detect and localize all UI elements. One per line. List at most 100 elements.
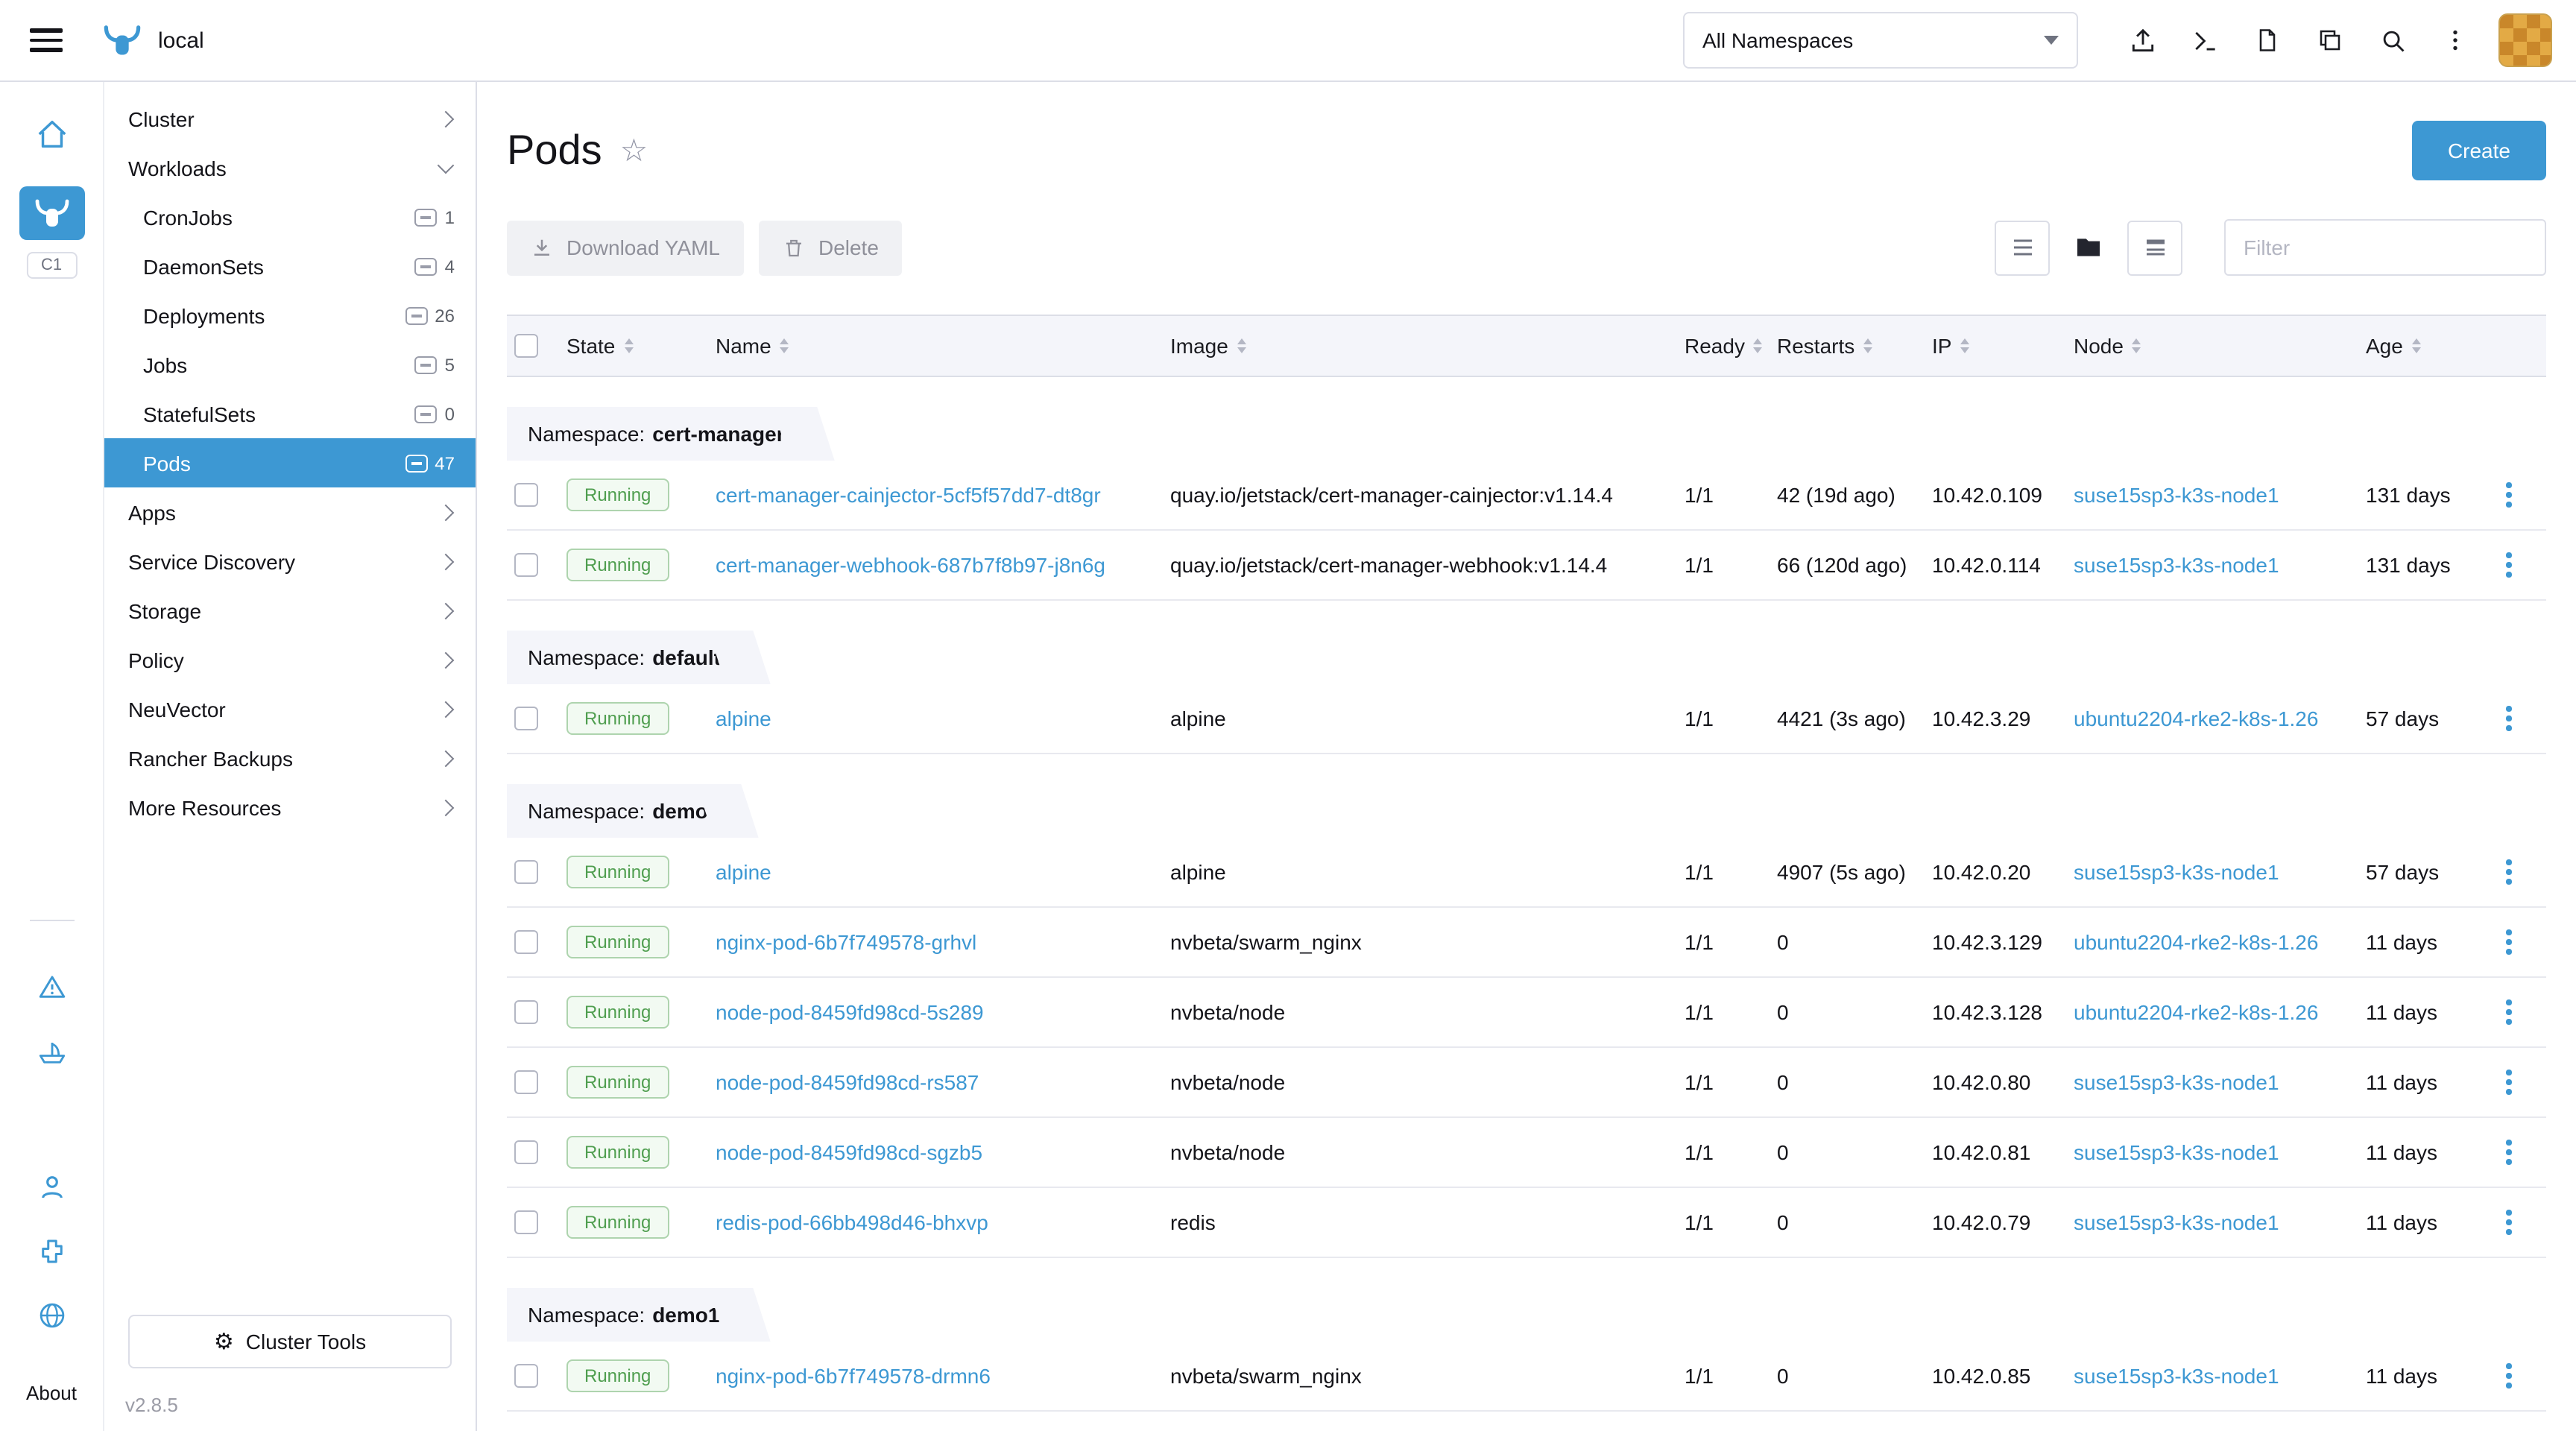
column-header-ip[interactable]: IP [1932, 334, 2074, 358]
sidebar-item[interactable]: Jobs 5 [104, 340, 476, 389]
sidebar-group-workloads[interactable]: Workloads [104, 143, 476, 192]
node-link[interactable]: suse15sp3-k3s-node1 [2074, 1140, 2279, 1164]
row-checkbox[interactable] [514, 707, 538, 730]
fleet-button[interactable] [36, 1037, 67, 1069]
row-checkbox[interactable] [514, 553, 538, 577]
status-badge: Running [566, 926, 669, 958]
node-link[interactable]: suse15sp3-k3s-node1 [2074, 1070, 2279, 1094]
sidebar-item[interactable]: CronJobs 1 [104, 192, 476, 241]
sidebar-group-cluster[interactable]: Cluster [104, 94, 476, 143]
row-actions-kebab-button[interactable] [2487, 696, 2531, 741]
row-checkbox[interactable] [514, 930, 538, 954]
node-link[interactable]: ubuntu2204-rke2-k8s-1.26 [2074, 1000, 2318, 1024]
node-link[interactable]: suse15sp3-k3s-node1 [2074, 860, 2279, 884]
global-settings-button[interactable] [36, 1300, 67, 1331]
ip-cell: 10.42.3.129 [1932, 930, 2074, 954]
row-actions-kebab-button[interactable] [2487, 990, 2531, 1034]
node-link[interactable]: suse15sp3-k3s-node1 [2074, 1364, 2279, 1388]
home-button[interactable] [34, 118, 69, 152]
sidebar-group[interactable]: Rancher Backups [104, 733, 476, 783]
column-header-age[interactable]: Age [2366, 334, 2481, 358]
node-link[interactable]: suse15sp3-k3s-node1 [2074, 483, 2279, 507]
pod-name-link[interactable]: redis-pod-66bb498d46-bhxvp [716, 1210, 988, 1234]
column-header-ready[interactable]: Ready [1685, 334, 1777, 358]
cluster-rail-button[interactable] [19, 186, 84, 240]
column-header-state[interactable]: State [566, 334, 716, 358]
header-kebab-menu-button[interactable] [2424, 9, 2487, 72]
row-checkbox[interactable] [514, 1070, 538, 1094]
download-kubeconfig-button[interactable] [2236, 9, 2299, 72]
kubectl-shell-button[interactable] [2174, 9, 2236, 72]
column-header-restarts[interactable]: Restarts [1777, 334, 1932, 358]
select-all-checkbox[interactable] [514, 334, 538, 358]
alerts-button[interactable] [36, 972, 67, 1003]
sidebar-group[interactable]: Service Discovery [104, 537, 476, 586]
row-actions-kebab-button[interactable] [2487, 1130, 2531, 1175]
cluster-tools-button[interactable]: ⚙ Cluster Tools [128, 1315, 452, 1368]
column-header-node[interactable]: Node [2074, 334, 2366, 358]
namespace-filter-select[interactable]: All Namespaces [1683, 12, 2078, 69]
cluster-badge: C1 [26, 252, 77, 279]
pod-name-link[interactable]: node-pod-8459fd98cd-rs587 [716, 1070, 979, 1094]
row-actions-kebab-button[interactable] [2487, 920, 2531, 964]
pod-name-link[interactable]: alpine [716, 860, 771, 884]
sidebar-item[interactable]: Pods 47 [104, 438, 476, 487]
sidebar-item[interactable]: DaemonSets 4 [104, 241, 476, 291]
sidebar-group[interactable]: NeuVector [104, 684, 476, 733]
header-search-button[interactable] [2361, 9, 2424, 72]
extensions-button[interactable] [36, 1236, 67, 1267]
sidebar-group-label: Rancher Backups [128, 746, 293, 770]
pod-name-link[interactable]: cert-manager-webhook-687b7f8b97-j8n6g [716, 553, 1105, 577]
row-checkbox[interactable] [514, 483, 538, 507]
node-link[interactable]: suse15sp3-k3s-node1 [2074, 1210, 2279, 1234]
group-by-namespace-button[interactable] [2068, 220, 2109, 275]
sidebar-item[interactable]: StatefulSets 0 [104, 389, 476, 438]
cluster-brand[interactable]: local [101, 21, 204, 60]
column-header-name[interactable]: Name [716, 334, 1170, 358]
row-checkbox[interactable] [514, 1210, 538, 1234]
pod-name-link[interactable]: node-pod-8459fd98cd-5s289 [716, 1000, 984, 1024]
row-actions-kebab-button[interactable] [2487, 543, 2531, 587]
column-header-image[interactable]: Image [1170, 334, 1685, 358]
pod-name-link[interactable]: nginx-pod-6b7f749578-grhvl [716, 930, 976, 954]
restarts-cell: 0 [1777, 1364, 1932, 1388]
row-actions-kebab-button[interactable] [2487, 1200, 2531, 1245]
create-button[interactable]: Create [2412, 121, 2546, 180]
node-link[interactable]: suse15sp3-k3s-node1 [2074, 553, 2279, 577]
row-checkbox[interactable] [514, 1364, 538, 1388]
node-link[interactable]: ubuntu2204-rke2-k8s-1.26 [2074, 930, 2318, 954]
pod-name-link[interactable]: node-pod-8459fd98cd-sgzb5 [716, 1140, 982, 1164]
sidebar-group[interactable]: Policy [104, 635, 476, 684]
sidebar-item-label: Jobs [143, 353, 187, 376]
filter-input[interactable] [2224, 219, 2546, 276]
node-link[interactable]: ubuntu2204-rke2-k8s-1.26 [2074, 707, 2318, 730]
sidebar-group[interactable]: More Resources [104, 783, 476, 832]
grouped-view-button[interactable] [2127, 220, 2182, 275]
pod-name-link[interactable]: nginx-pod-6b7f749578-drmn6 [716, 1364, 991, 1388]
row-checkbox[interactable] [514, 1000, 538, 1024]
row-actions-kebab-button[interactable] [2487, 473, 2531, 517]
count-badge: 47 [405, 452, 455, 473]
row-checkbox[interactable] [514, 1140, 538, 1164]
sidebar-item[interactable]: Deployments 26 [104, 291, 476, 340]
favorite-star-icon[interactable]: ☆ [620, 132, 648, 169]
about-link[interactable]: About [26, 1382, 77, 1404]
row-actions-kebab-button[interactable] [2487, 1060, 2531, 1105]
copy-kubeconfig-button[interactable] [2299, 9, 2361, 72]
users-button[interactable] [36, 1172, 67, 1203]
count-badge: 4 [415, 256, 455, 277]
list-view-button[interactable] [1995, 220, 2050, 275]
row-actions-kebab-button[interactable] [2487, 850, 2531, 894]
sidebar-group[interactable]: Apps [104, 487, 476, 537]
pod-name-link[interactable]: cert-manager-cainjector-5cf5f57dd7-dt8gr [716, 483, 1101, 507]
download-yaml-button[interactable]: Download YAML [507, 220, 744, 275]
sidebar-group[interactable]: Storage [104, 586, 476, 635]
row-checkbox[interactable] [514, 860, 538, 884]
status-badge: Running [566, 996, 669, 1029]
main-menu-button[interactable] [30, 29, 63, 52]
import-yaml-button[interactable] [2111, 9, 2174, 72]
pod-name-link[interactable]: alpine [716, 707, 771, 730]
row-actions-kebab-button[interactable] [2487, 1353, 2531, 1398]
delete-button[interactable]: Delete [759, 220, 903, 275]
user-avatar[interactable] [2498, 13, 2552, 67]
